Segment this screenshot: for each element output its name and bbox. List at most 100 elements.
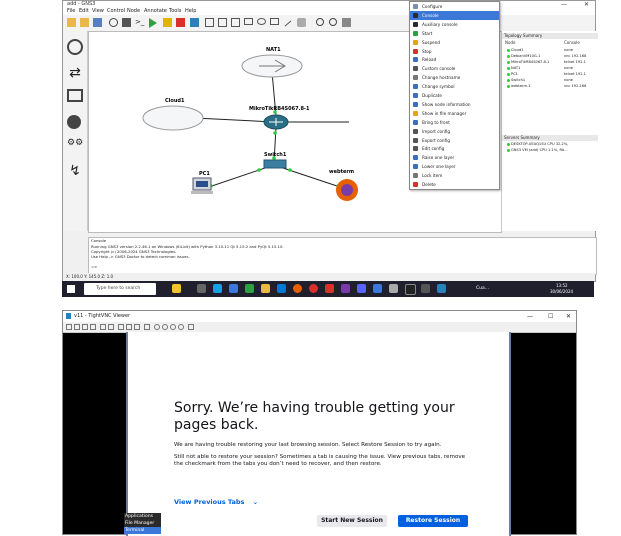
store-icon[interactable] (277, 284, 286, 293)
menu-help[interactable]: Help (185, 8, 196, 15)
pause-icon[interactable] (100, 324, 106, 330)
menu-annotate[interactable]: Annotate (144, 8, 167, 15)
taskbar-search-input[interactable]: Type here to search (84, 283, 156, 295)
nat-node[interactable] (241, 54, 303, 78)
save-icon[interactable] (93, 18, 102, 27)
ctx-item-edit-config[interactable]: Edit config (410, 144, 499, 153)
alt-key-icon[interactable] (134, 324, 140, 330)
screenshot-icon[interactable] (342, 18, 351, 27)
zoom-out-icon[interactable] (329, 18, 337, 26)
menu-view[interactable]: View (92, 8, 104, 15)
menu-control[interactable]: Control (107, 8, 125, 15)
app-icon-purple[interactable] (341, 284, 350, 293)
folder-open-icon[interactable] (67, 18, 76, 27)
ctx-item-reload[interactable]: Reload (410, 55, 499, 64)
router-category-icon[interactable] (67, 39, 83, 55)
start-new-session-button[interactable]: Start New Session (317, 515, 387, 527)
all-devices-icon[interactable]: ⚙⚙ (67, 139, 83, 155)
server-row[interactable]: DESKTOP-UEAQ1SU CPU 32.2%, (504, 142, 596, 147)
menu-edit[interactable]: Edit (79, 8, 89, 15)
menu-tools[interactable]: Tools (169, 8, 181, 15)
windows-start-icon[interactable] (67, 285, 75, 293)
terminal-icon[interactable]: >_ (135, 18, 144, 27)
link-cloud-router[interactable] (194, 117, 275, 123)
ctx-item-change-symbol[interactable]: Change symbol (410, 82, 499, 91)
add-link-icon[interactable]: ↯ (67, 163, 83, 179)
new-connection-icon[interactable] (66, 324, 72, 330)
end-device-category-icon[interactable] (67, 89, 83, 102)
ctx-item-lock-item[interactable]: Lock item (410, 171, 499, 180)
clock-date[interactable]: 30/06/2024 (550, 289, 573, 295)
ctx-item-start[interactable]: Start (410, 29, 499, 38)
ctx-item-show-node-information[interactable]: Show node information (410, 100, 499, 109)
ctx-item-import-config[interactable]: Import config (410, 127, 499, 136)
menu-item-file-manager[interactable]: File Manager (124, 520, 161, 527)
options-icon[interactable] (82, 324, 88, 330)
vnc-maximize-button[interactable]: ☐ (548, 311, 553, 322)
widgets-icon[interactable] (172, 284, 181, 293)
grid-icon[interactable] (122, 18, 131, 27)
clock-icon[interactable] (109, 18, 118, 27)
zoom-fit-icon[interactable] (178, 324, 184, 330)
ctrl-alt-del-icon[interactable] (118, 324, 124, 330)
menu-item-applications[interactable]: Applications (124, 513, 161, 520)
edge-icon[interactable] (213, 284, 222, 293)
zoom-in-icon[interactable] (316, 18, 324, 26)
topology-row[interactable]: PC1 telnet 192.1 (504, 72, 596, 77)
switch-node[interactable] (263, 159, 287, 169)
topology-row[interactable]: Cloud1 none (504, 48, 596, 53)
weather-text[interactable]: Cua... (476, 281, 489, 297)
console-panel[interactable]: Console Running GNS3 version 2.2.46.1 on… (88, 237, 597, 275)
menu-file[interactable]: File (67, 8, 75, 15)
webterm-node[interactable] (336, 179, 358, 201)
draw-ellipse-icon[interactable] (257, 18, 266, 25)
refresh-icon[interactable] (108, 324, 114, 330)
file-explorer-icon[interactable] (261, 284, 270, 293)
vnc-taskbar-icon[interactable] (437, 284, 446, 293)
ctx-item-bring-to-front[interactable]: Bring to front (410, 118, 499, 127)
gns3-close-button[interactable]: ✕ (584, 1, 589, 8)
link-switch-pc[interactable] (205, 167, 266, 189)
console-prompt[interactable]: => (91, 264, 97, 269)
settings-icon[interactable] (229, 284, 238, 293)
zoom-100-icon[interactable] (170, 324, 176, 330)
cloud1-node[interactable] (142, 105, 204, 131)
ctx-item-raise-one-layer[interactable]: Raise one layer (410, 153, 499, 162)
folder-icon[interactable] (80, 18, 89, 27)
ctx-item-delete[interactable]: Delete (410, 180, 499, 189)
switch-category-icon[interactable]: ⇄ (67, 65, 83, 81)
topology-row[interactable]: Switch1 none (504, 78, 596, 83)
save-connection-icon[interactable] (74, 324, 80, 330)
app-icon-green[interactable] (245, 284, 254, 293)
start-all-icon[interactable] (149, 18, 157, 28)
ctrl-key-icon[interactable] (126, 324, 132, 330)
zoom-in-icon[interactable] (154, 324, 160, 330)
transfer-files-icon[interactable] (144, 324, 150, 330)
draw-line-icon[interactable] (284, 20, 292, 27)
ctx-item-console[interactable]: Console (410, 10, 499, 20)
task-view-icon[interactable] (197, 284, 206, 293)
discord-icon[interactable] (357, 284, 366, 293)
security-category-icon[interactable] (67, 115, 81, 129)
topology-row[interactable]: webterm-1 vnc 192.168 (504, 84, 596, 89)
app-icon-dark[interactable] (421, 284, 430, 293)
ctx-item-configure[interactable]: Configure (410, 2, 499, 11)
app-icon-red[interactable] (325, 284, 334, 293)
topology-row[interactable]: NAT1 none (504, 66, 596, 71)
router-node[interactable] (263, 114, 289, 130)
ctx-item-custom-console[interactable]: Custom console (410, 64, 499, 73)
menu-item-terminal[interactable]: Terminal (124, 527, 161, 534)
server-row[interactable]: GNS3 VM (add) CPU 1.1%, RA... (504, 148, 596, 153)
terminal-taskbar-icon[interactable] (405, 284, 416, 295)
app-icon-grey[interactable] (389, 284, 398, 293)
ctx-item-suspend[interactable]: Suspend (410, 38, 499, 47)
draw-box-icon[interactable] (270, 18, 279, 25)
lock-icon[interactable] (297, 18, 306, 27)
vnc-close-button[interactable]: ✕ (566, 311, 571, 322)
ctx-item-stop[interactable]: Stop (410, 47, 499, 56)
pc-node[interactable] (191, 177, 213, 194)
firefox-icon[interactable] (293, 284, 302, 293)
fullscreen-icon[interactable] (188, 324, 194, 330)
zoom-out-icon[interactable] (162, 324, 168, 330)
ctx-item-duplicate[interactable]: Duplicate (410, 91, 499, 100)
